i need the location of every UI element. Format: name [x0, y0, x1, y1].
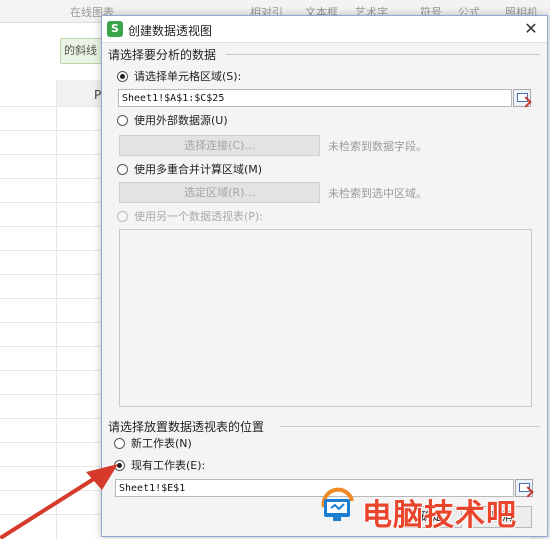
watermark-logo-icon: [321, 487, 354, 521]
section-divider: [226, 54, 540, 55]
arrow-shaft: [0, 473, 102, 539]
radio-existing-worksheet[interactable]: 现有工作表(E):: [114, 457, 205, 473]
red-arrow-annotation: [0, 464, 118, 539]
radio-icon[interactable]: [117, 210, 128, 222]
radio-icon[interactable]: [114, 437, 125, 449]
pivot-table-list[interactable]: [119, 229, 532, 407]
select-region-button[interactable]: 选定区域(R)...: [119, 182, 320, 203]
close-icon[interactable]: ✕: [521, 19, 541, 39]
create-pivot-chart-dialog: S 创建数据透视图 ✕ 请选择要分析的数据 请选择单元格区域(S): Sheet…: [101, 15, 548, 537]
arrow-head: [86, 464, 118, 490]
radio-new-worksheet[interactable]: 新工作表(N): [114, 435, 192, 451]
source-range-input[interactable]: Sheet1!$A$1:$C$25: [118, 89, 512, 107]
radio-new-worksheet-label: 新工作表(N): [131, 437, 192, 450]
dialog-titlebar[interactable]: S 创建数据透视图 ✕: [102, 16, 547, 43]
radio-icon[interactable]: [117, 114, 128, 126]
radio-select-range-label: 请选择单元格区域(S):: [134, 70, 242, 83]
multi-region-hint: 未检索到选中区域。: [328, 187, 427, 200]
radio-icon[interactable]: [117, 163, 128, 175]
dialog-title: 创建数据透视图: [128, 24, 213, 38]
select-connection-button[interactable]: 选择连接(C)...: [119, 135, 320, 156]
watermark-text: 电脑技术吧: [362, 498, 517, 533]
range-picker-icon[interactable]: [515, 479, 533, 497]
external-source-hint: 未检索到数据字段。: [328, 140, 427, 153]
radio-external-source-label: 使用外部数据源(U): [134, 114, 228, 127]
section-location-title: 请选择放置数据透视表的位置: [108, 420, 265, 434]
radio-external-source[interactable]: 使用外部数据源(U): [117, 112, 228, 128]
radio-other-pivot[interactable]: 使用另一个数据透视表(P):: [117, 208, 263, 224]
radio-multiple-consolidation[interactable]: 使用多重合并计算区域(M): [117, 161, 262, 177]
range-picker-icon[interactable]: [513, 89, 531, 107]
radio-icon[interactable]: [117, 70, 128, 82]
radio-other-pivot-label: 使用另一个数据透视表(P):: [134, 210, 263, 223]
radio-select-range[interactable]: 请选择单元格区域(S):: [117, 68, 241, 84]
radio-multiple-consolidation-label: 使用多重合并计算区域(M): [134, 163, 263, 176]
section-divider: [280, 426, 540, 427]
section-source-title: 请选择要分析的数据: [108, 48, 217, 62]
wps-app-icon: S: [107, 21, 123, 37]
radio-existing-worksheet-label: 现有工作表(E):: [131, 459, 206, 472]
